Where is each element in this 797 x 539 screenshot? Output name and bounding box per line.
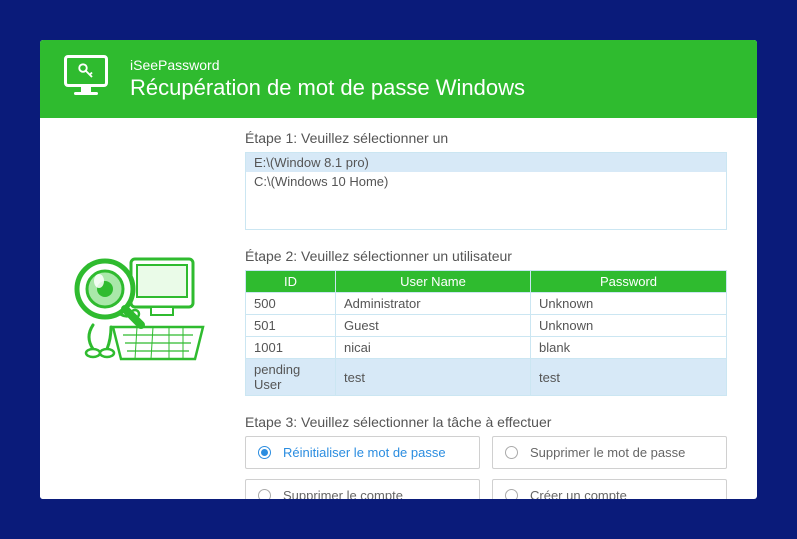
table-cell: 500 <box>246 293 336 315</box>
user-table: ID User Name Password 500AdministratorUn… <box>245 270 727 396</box>
table-cell: test <box>336 359 531 396</box>
app-title: Récupération de mot de passe Windows <box>130 75 525 101</box>
radio-icon <box>505 489 518 499</box>
radio-icon <box>258 489 271 499</box>
main-panel: Étape 1: Veuillez sélectionner un E:\(Wi… <box>235 118 757 499</box>
task-row: Réinitialiser le mot de passe Supprimer l… <box>245 436 727 469</box>
task-option-label: Supprimer le compte <box>283 488 403 499</box>
step3: Etape 3: Veuillez sélectionner la tâche … <box>245 414 727 499</box>
table-cell: blank <box>531 337 727 359</box>
th-name: User Name <box>336 271 531 293</box>
table-row[interactable]: 501GuestUnknown <box>246 315 727 337</box>
table-cell: 501 <box>246 315 336 337</box>
table-cell: Guest <box>336 315 531 337</box>
table-row[interactable]: 500AdministratorUnknown <box>246 293 727 315</box>
th-pwd: Password <box>531 271 727 293</box>
task-option-label: Créer un compte <box>530 488 627 499</box>
sidebar <box>40 118 235 499</box>
os-listbox[interactable]: E:\(Window 8.1 pro)C:\(Windows 10 Home) <box>245 152 727 230</box>
os-list-item[interactable]: C:\(Windows 10 Home) <box>246 172 726 191</box>
table-cell: nicai <box>336 337 531 359</box>
step1-label: Étape 1: Veuillez sélectionner un <box>245 130 727 146</box>
mascot-icon <box>63 219 213 399</box>
table-row[interactable]: 1001nicaiblank <box>246 337 727 359</box>
task-option[interactable]: Réinitialiser le mot de passe <box>245 436 480 469</box>
task-row: Supprimer le compte Créer un compte <box>245 479 727 499</box>
content: Étape 1: Veuillez sélectionner un E:\(Wi… <box>40 118 757 499</box>
os-list-item[interactable]: E:\(Window 8.1 pro) <box>246 153 726 172</box>
header-text: iSeePassword Récupération de mot de pass… <box>130 57 525 101</box>
app-window: iSeePassword Récupération de mot de pass… <box>40 40 757 499</box>
table-cell: Unknown <box>531 293 727 315</box>
task-option-label: Supprimer le mot de passe <box>530 445 685 460</box>
app-logo-icon <box>60 55 112 103</box>
task-option[interactable]: Supprimer le compte <box>245 479 480 499</box>
table-row[interactable]: pending Usertesttest <box>246 359 727 396</box>
table-cell: Unknown <box>531 315 727 337</box>
brand-name: iSeePassword <box>130 57 525 73</box>
step2: Étape 2: Veuillez sélectionner un utilis… <box>245 248 727 396</box>
th-id: ID <box>246 271 336 293</box>
table-cell: pending User <box>246 359 336 396</box>
table-cell: 1001 <box>246 337 336 359</box>
step3-label: Etape 3: Veuillez sélectionner la tâche … <box>245 414 727 430</box>
step2-label: Étape 2: Veuillez sélectionner un utilis… <box>245 248 727 264</box>
table-cell: test <box>531 359 727 396</box>
task-option-label: Réinitialiser le mot de passe <box>283 445 446 460</box>
step1: Étape 1: Veuillez sélectionner un E:\(Wi… <box>245 130 727 230</box>
table-cell: Administrator <box>336 293 531 315</box>
task-option[interactable]: Supprimer le mot de passe <box>492 436 727 469</box>
radio-icon <box>258 446 271 459</box>
header: iSeePassword Récupération de mot de pass… <box>40 40 757 118</box>
radio-icon <box>505 446 518 459</box>
task-option[interactable]: Créer un compte <box>492 479 727 499</box>
